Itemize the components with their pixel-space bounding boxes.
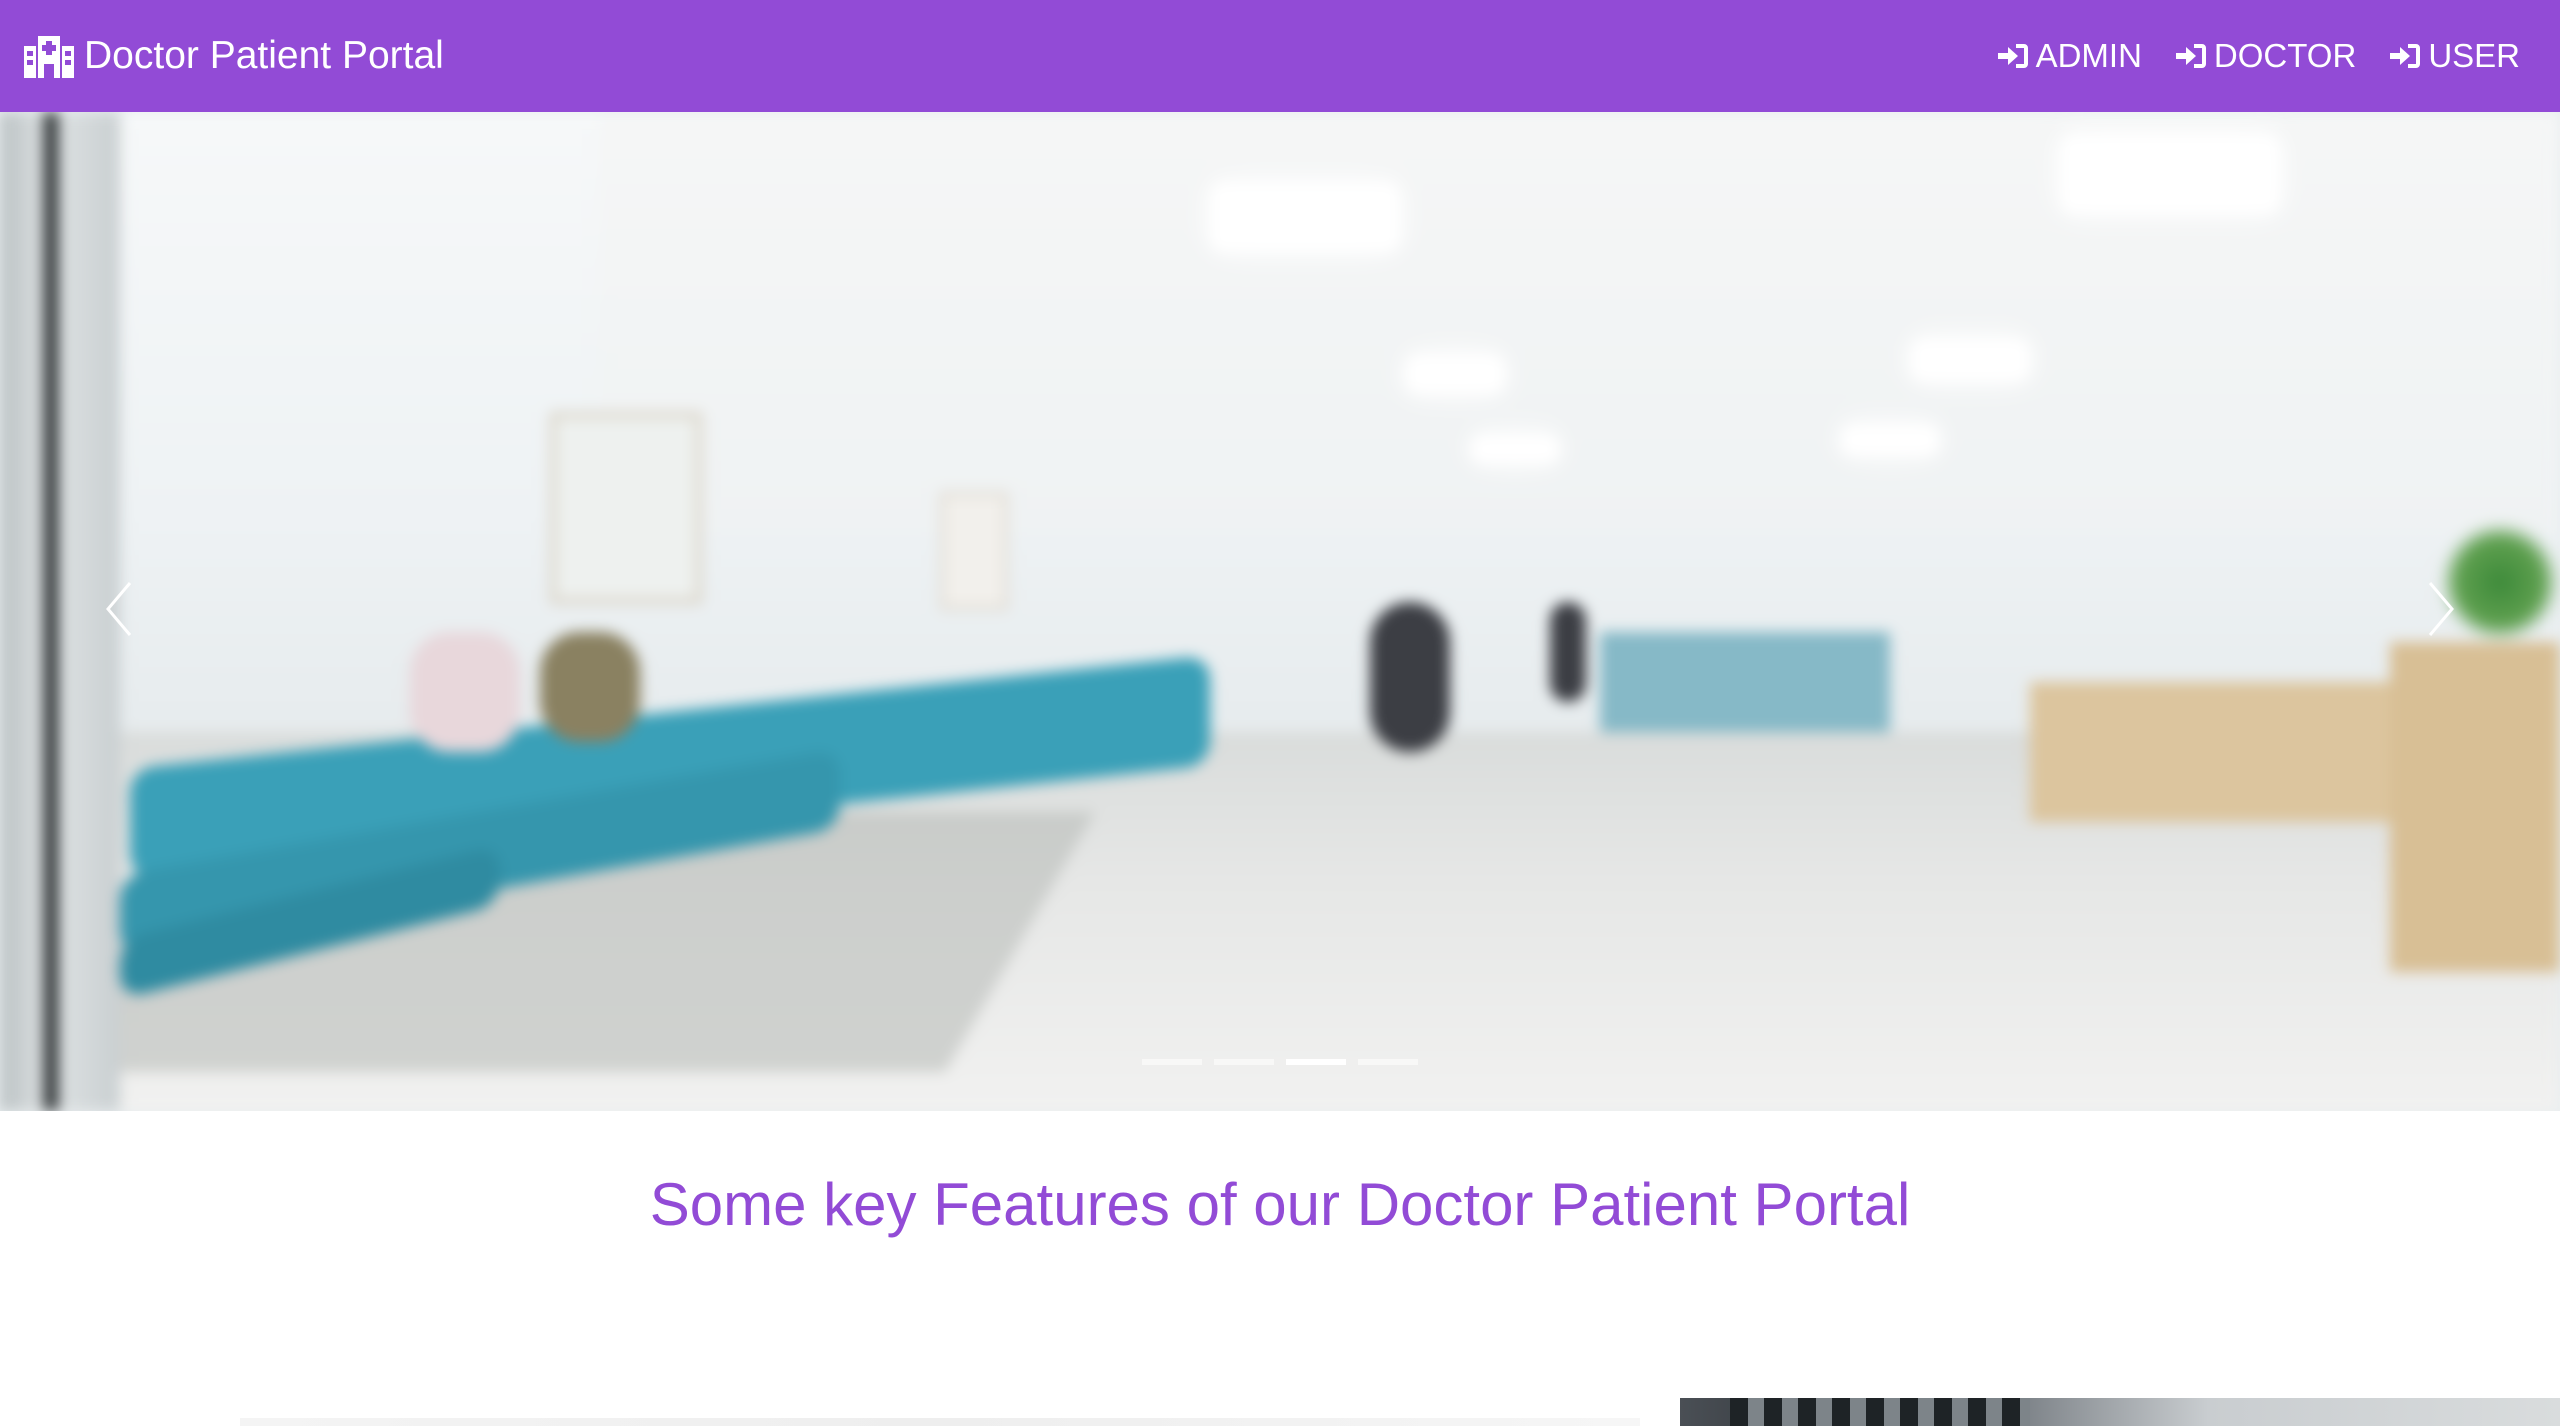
nav-admin-link[interactable]: ADMIN: [1996, 37, 2142, 75]
carousel-indicator-active[interactable]: [1286, 1059, 1346, 1065]
nav-doctor-label: DOCTOR: [2213, 37, 2357, 74]
hospital-icon: [24, 34, 74, 78]
carousel-prev-button[interactable]: [0, 112, 240, 1111]
sign-in-icon: [1996, 41, 2030, 71]
nav-user-link[interactable]: USER: [2388, 37, 2520, 75]
carousel-slide-image: [0, 112, 2560, 1111]
nav-user-label: USER: [2428, 37, 2520, 74]
nav-links: ADMIN DOCTOR USER: [1964, 37, 2536, 75]
carousel-next-button[interactable]: [2320, 112, 2560, 1111]
chevron-left-icon: [100, 577, 140, 646]
sign-in-icon: [2388, 41, 2422, 71]
features-heading: Some key Features of our Doctor Patient …: [649, 1171, 1911, 1238]
carousel-indicator[interactable]: [1142, 1059, 1202, 1065]
navbar: Doctor Patient Portal ADMIN DOCTOR USER: [0, 0, 2560, 112]
feature-image-peek-left: [240, 1418, 1640, 1426]
hero-carousel: [0, 112, 2560, 1111]
sign-in-icon: [2174, 41, 2208, 71]
carousel-indicator[interactable]: [1214, 1059, 1274, 1065]
nav-admin-label: ADMIN: [2035, 37, 2142, 74]
brand-link[interactable]: Doctor Patient Portal: [24, 34, 444, 78]
brand-title: Doctor Patient Portal: [84, 34, 444, 77]
nav-doctor-link[interactable]: DOCTOR: [2174, 37, 2356, 75]
carousel-indicator[interactable]: [1358, 1059, 1418, 1065]
chevron-right-icon: [2420, 577, 2460, 646]
carousel-indicators: [0, 1059, 2560, 1065]
